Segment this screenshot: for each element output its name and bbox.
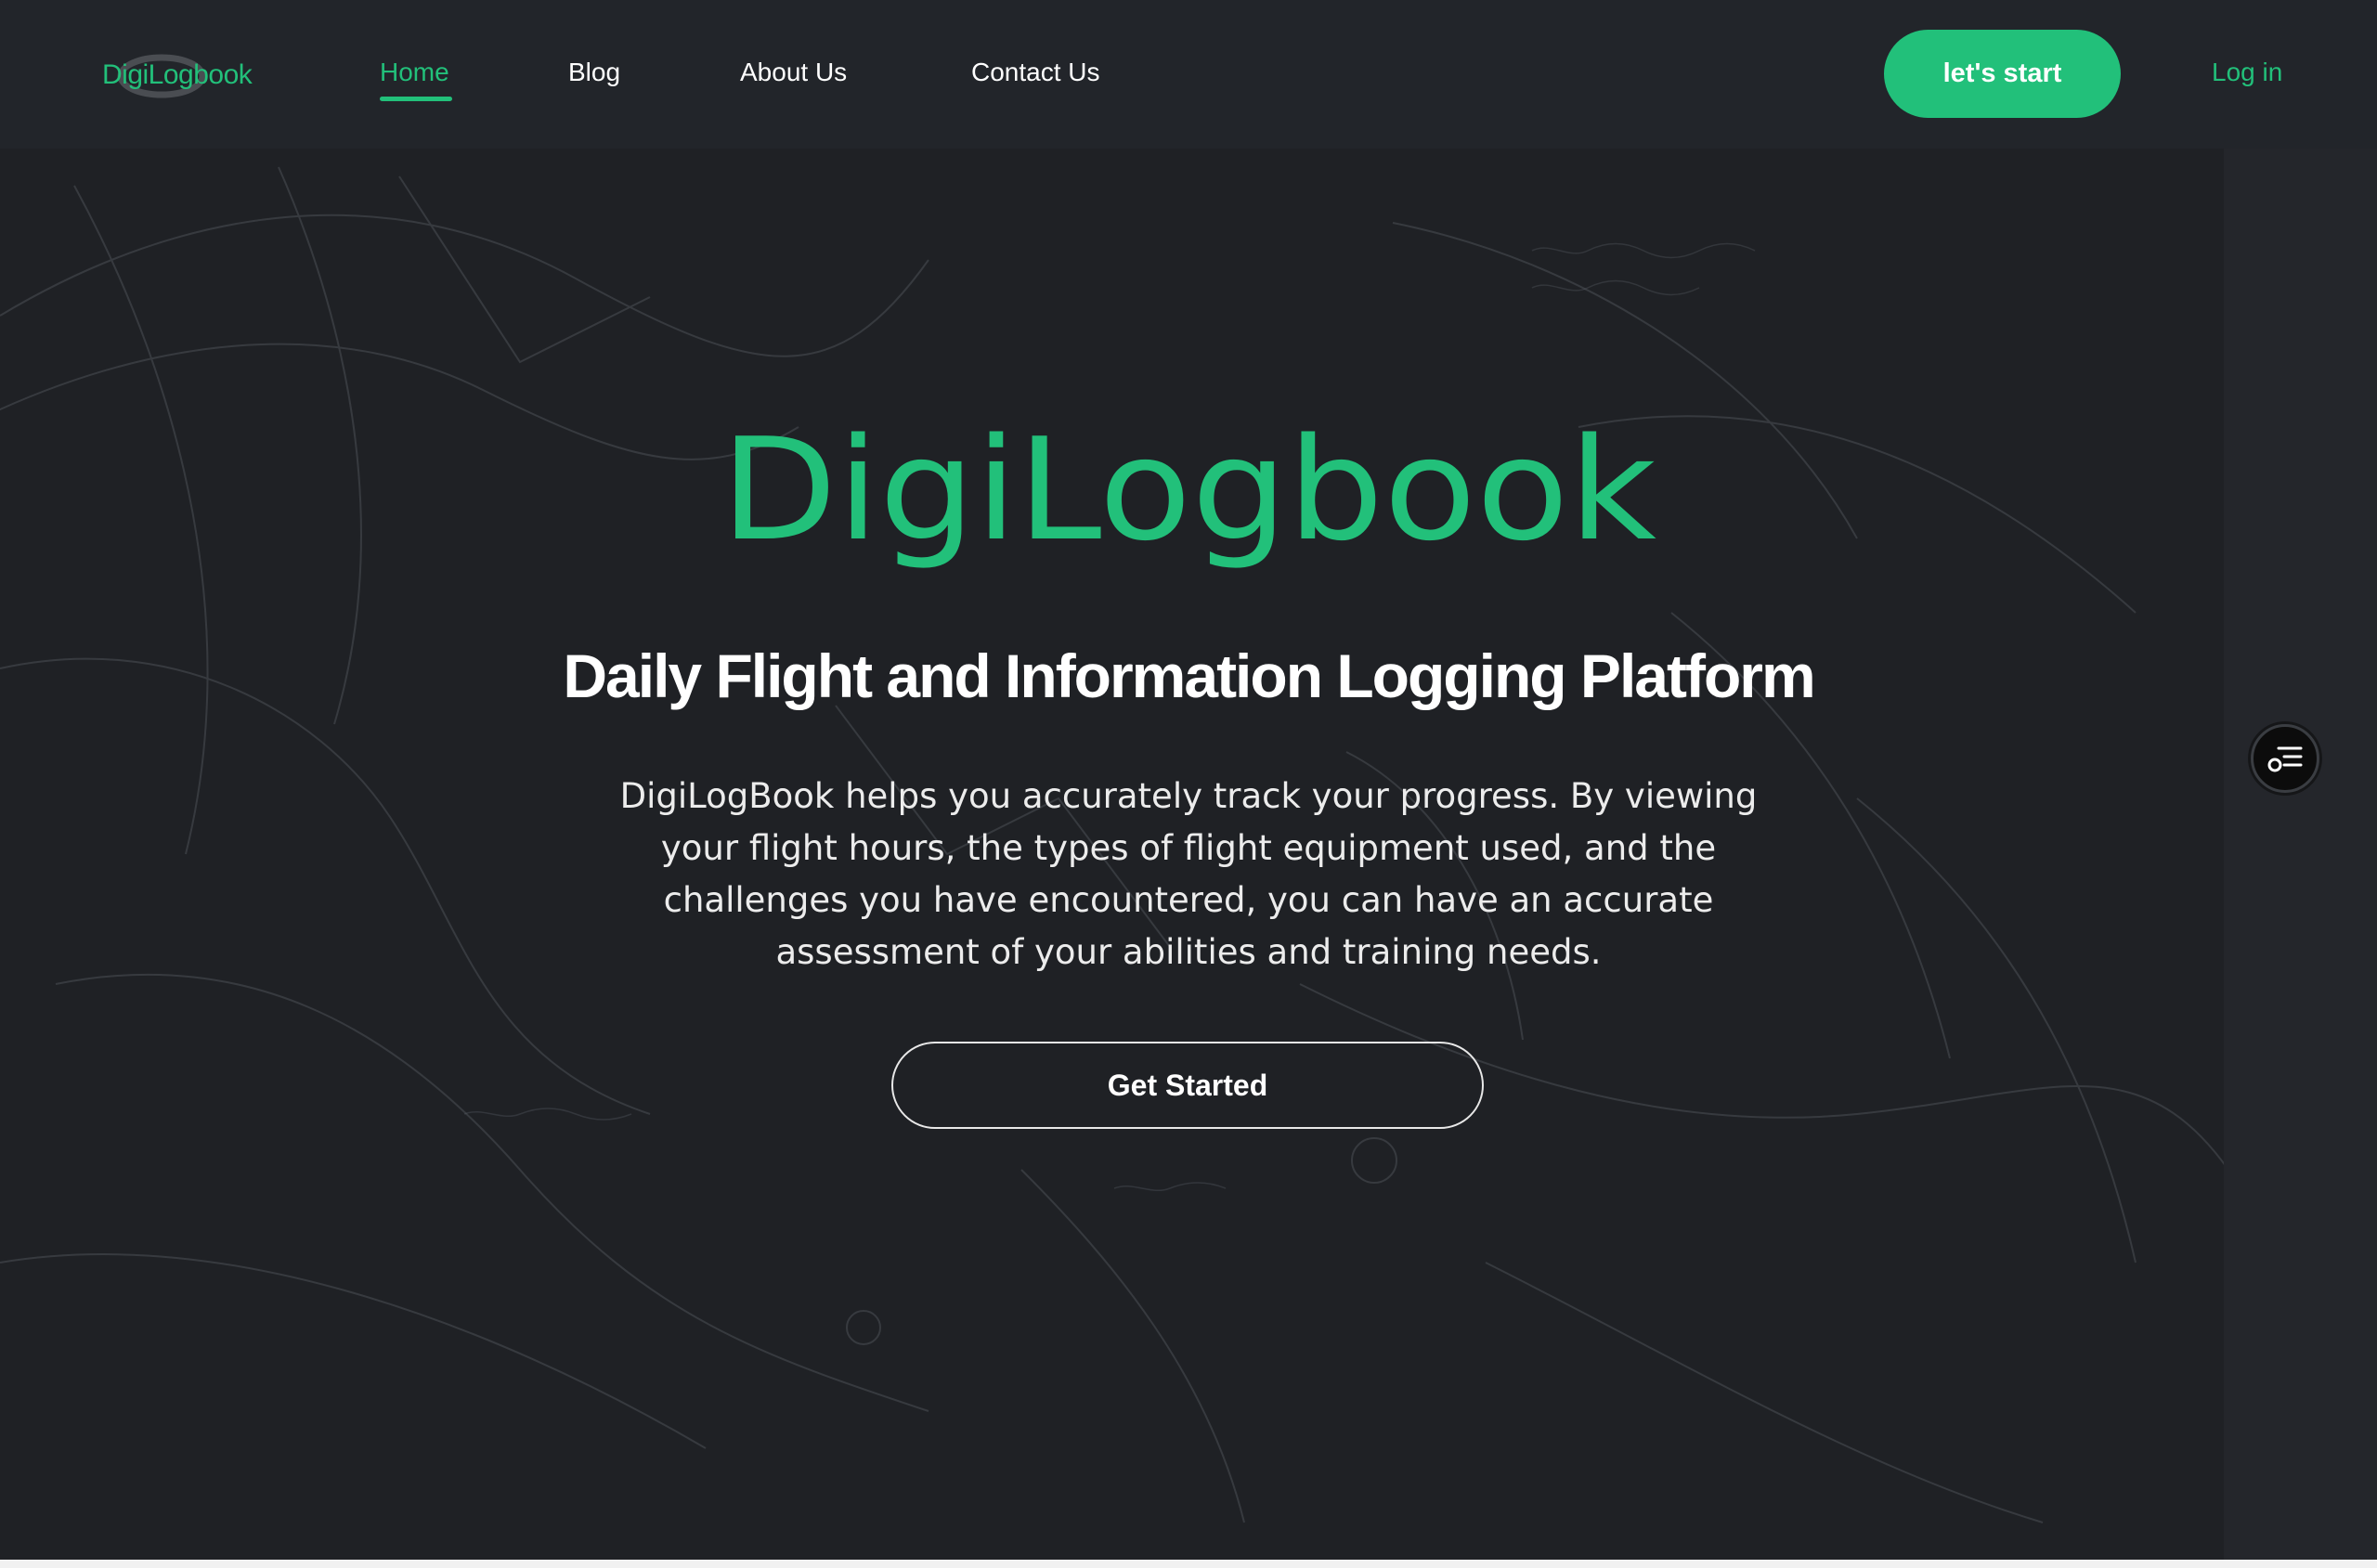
- page: DigiLogbook Home Blog About Us Contact U…: [0, 0, 2377, 1568]
- lets-start-button[interactable]: let's start: [1884, 30, 2121, 118]
- hero-logo-wordmark: DigiLogbook: [721, 418, 1658, 585]
- login-link[interactable]: Log in: [2212, 58, 2282, 87]
- nav-home[interactable]: Home: [380, 58, 449, 87]
- nav-active-indicator: [380, 97, 452, 101]
- nav-contact-us[interactable]: Contact Us: [971, 58, 1100, 87]
- logo-swoosh-icon: DigiLogbook: [102, 54, 253, 98]
- bottom-edge: [0, 1560, 2377, 1568]
- hero-description: DigiLogBook helps you accurately track y…: [619, 776, 1758, 972]
- menu-list-icon: [2267, 746, 2303, 772]
- hero-title: Daily Flight and Information Logging Pla…: [563, 641, 1815, 710]
- hero-right-panel: [2224, 149, 2377, 1560]
- hero-section: DigiLogbook Daily Flight and Information…: [0, 149, 2377, 1560]
- nav-about-us[interactable]: About Us: [740, 58, 847, 87]
- brand-logo[interactable]: DigiLogbook: [100, 48, 286, 104]
- logo-text: DigiLogbook: [102, 59, 253, 90]
- floating-menu-button[interactable]: [2251, 724, 2319, 793]
- top-navigation-bar: DigiLogbook Home Blog About Us Contact U…: [0, 0, 2377, 149]
- hero-wordmark-text: DigiLogbook: [721, 418, 1656, 572]
- get-started-button[interactable]: Get Started: [891, 1042, 1484, 1129]
- nav-blog[interactable]: Blog: [568, 58, 620, 87]
